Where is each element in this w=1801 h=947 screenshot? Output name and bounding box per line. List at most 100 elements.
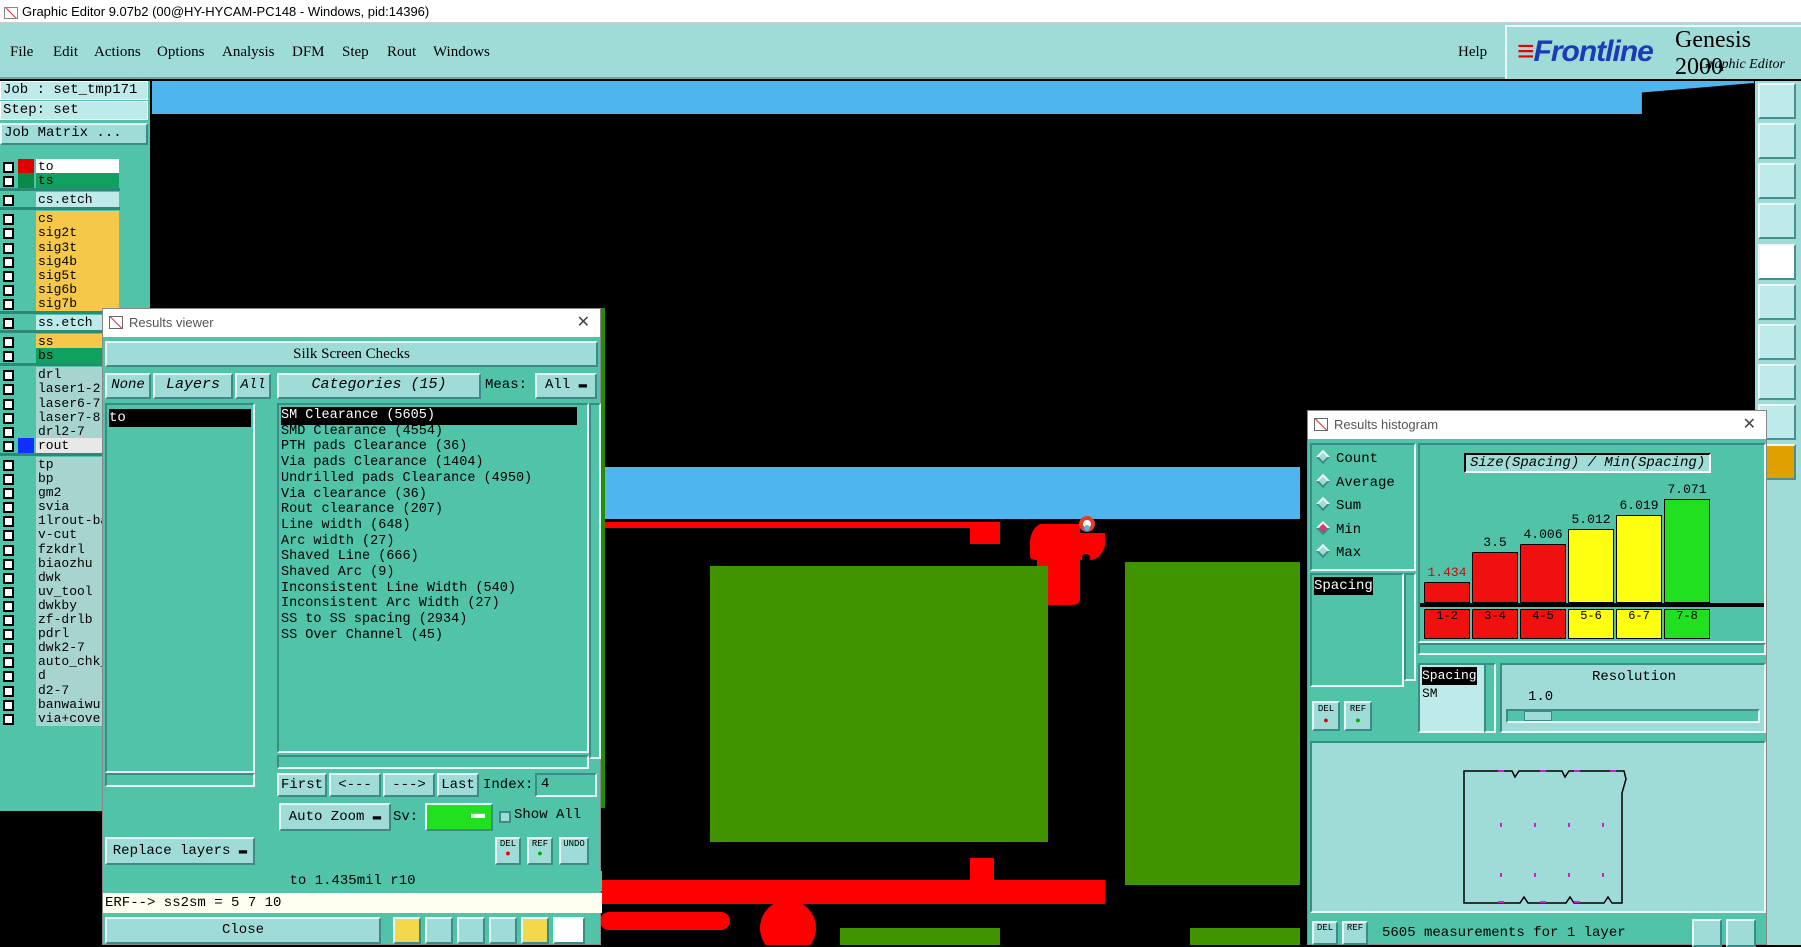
resolution-slider-thumb[interactable] [1524, 711, 1552, 721]
meas-dropdown[interactable]: All ▬ [535, 373, 597, 399]
viewer-tool-5-icon[interactable] [521, 917, 549, 944]
layer-color-swatch[interactable] [18, 682, 34, 698]
layer-color-swatch[interactable] [18, 348, 34, 364]
layer-checkbox[interactable] [3, 298, 14, 310]
layer-color-swatch[interactable] [18, 668, 34, 684]
histogram-hscroll[interactable] [1418, 643, 1766, 655]
layer-checkbox[interactable] [3, 426, 14, 438]
histogram-bar[interactable] [1472, 552, 1518, 603]
layer-color-swatch[interactable] [18, 159, 34, 174]
viewer-tool-1-icon[interactable] [393, 917, 421, 944]
mode-radio-sum[interactable]: Sum [1315, 496, 1361, 514]
close-button[interactable]: Close [105, 917, 381, 944]
layer-color-swatch[interactable] [18, 173, 34, 189]
layer-name[interactable]: sig2t [36, 225, 119, 241]
layer-checkbox[interactable] [3, 270, 14, 282]
layer-color-swatch[interactable] [18, 710, 34, 726]
layer-color-swatch[interactable] [18, 192, 34, 208]
layer-color-swatch[interactable] [18, 295, 34, 311]
layer-name[interactable]: sig4b [36, 253, 119, 269]
layer-checkbox[interactable] [3, 558, 14, 570]
mode-radio-count[interactable]: Count [1315, 449, 1378, 467]
spacing-item[interactable]: Spacing [1314, 577, 1373, 595]
pcb-canvas[interactable] [600, 460, 1310, 945]
layer-checkbox[interactable] [3, 398, 14, 410]
layer-checkbox[interactable] [3, 318, 14, 329]
layer-checkbox[interactable] [3, 440, 14, 452]
first-button[interactable]: First [277, 773, 327, 797]
layer-checkbox[interactable] [3, 643, 14, 655]
histogram-bin-label[interactable]: 6-7 [1616, 609, 1662, 639]
hist-tool-2-icon[interactable] [1726, 919, 1756, 947]
size-attr-list[interactable]: Spacing [1310, 573, 1404, 687]
layer-color-swatch[interactable] [18, 640, 34, 656]
layer-color-swatch[interactable] [18, 583, 34, 599]
layer-color-swatch[interactable] [18, 253, 34, 269]
categories-button[interactable]: Categories (15) [277, 373, 481, 399]
layers-button[interactable]: Layers [153, 373, 233, 399]
layer-color-swatch[interactable] [18, 471, 34, 486]
layer-color-swatch[interactable] [18, 395, 34, 411]
zoom-fit-icon[interactable] [1758, 163, 1796, 199]
histogram-bin-label[interactable]: 5-6 [1568, 609, 1614, 639]
layer-color-swatch[interactable] [18, 437, 34, 453]
menu-actions[interactable]: Actions [94, 44, 141, 61]
layer-checkbox[interactable] [3, 586, 14, 598]
layer-name[interactable]: ts [36, 173, 119, 189]
layer-checkbox[interactable] [3, 242, 14, 254]
layer-checkbox[interactable] [3, 384, 14, 396]
hist-ref-button[interactable]: REF ● [1344, 701, 1372, 731]
preview-ref-button[interactable]: REF [1342, 921, 1368, 945]
layer-color-swatch[interactable] [18, 513, 34, 529]
histogram-bin-label[interactable]: 7-8 [1664, 609, 1710, 639]
layer-color-swatch[interactable] [18, 456, 34, 472]
sv-color-dropdown[interactable]: ▬ [425, 803, 493, 831]
histogram-bin-label[interactable]: 3-4 [1472, 609, 1518, 639]
layer-row[interactable]: cs.etch [0, 192, 120, 208]
histogram-bar[interactable] [1520, 544, 1566, 603]
layer-checkbox[interactable] [3, 615, 14, 626]
layer-checkbox[interactable] [3, 685, 14, 697]
layer-name[interactable]: sig6b [36, 281, 119, 297]
viewer-tool-3-icon[interactable] [457, 917, 485, 944]
layer-color-swatch[interactable] [18, 626, 34, 642]
layer-name[interactable]: cs.etch [36, 192, 119, 208]
auto-zoom-dropdown[interactable]: Auto Zoom ▬ [279, 803, 391, 831]
layer-checkbox[interactable] [3, 162, 14, 173]
layer-color-swatch[interactable] [18, 485, 34, 501]
menu-analysis[interactable]: Analysis [222, 44, 275, 61]
layer-list-hscroll[interactable] [105, 773, 255, 787]
select-icon[interactable] [1758, 364, 1796, 400]
mode-radio-max[interactable]: Max [1315, 543, 1361, 561]
layer-results-item[interactable]: to [109, 409, 251, 427]
size-attr-vscroll[interactable] [1404, 573, 1416, 681]
hist-del-button[interactable]: DEL ● [1312, 701, 1340, 731]
hist-tool-1-icon[interactable] [1692, 919, 1722, 947]
layer-checkbox[interactable] [3, 474, 14, 485]
layer-color-swatch[interactable] [18, 569, 34, 585]
layer-checkbox[interactable] [3, 671, 14, 683]
del-button[interactable]: DEL ● [495, 837, 521, 865]
layer-color-swatch[interactable] [18, 612, 34, 627]
spacing-sm-item-1[interactable]: Spacing [1422, 667, 1477, 685]
layer-color-swatch[interactable] [18, 281, 34, 297]
layer-checkbox[interactable] [3, 502, 14, 514]
preview-del-button[interactable]: DEL [1312, 921, 1338, 945]
zoom-home-icon[interactable] [1758, 83, 1796, 119]
close-icon[interactable]: ✕ [577, 309, 590, 337]
layer-checkbox[interactable] [3, 256, 14, 268]
layer-name[interactable]: sig3t [36, 239, 119, 255]
layer-checkbox[interactable] [3, 228, 14, 240]
layer-color-swatch[interactable] [18, 239, 34, 255]
layer-color-swatch[interactable] [18, 211, 34, 227]
histogram-bar[interactable] [1664, 499, 1710, 603]
category-hscroll[interactable] [277, 755, 589, 769]
measure-icon[interactable] [1758, 203, 1796, 239]
show-all-checkbox[interactable] [499, 811, 511, 823]
layer-checkbox[interactable] [3, 176, 14, 188]
mode-radio-min[interactable]: Min [1315, 520, 1361, 538]
layer-color-swatch[interactable] [18, 225, 34, 241]
layer-checkbox[interactable] [3, 195, 14, 207]
layer-name[interactable]: sig5t [36, 267, 119, 283]
layer-checkbox[interactable] [3, 412, 14, 424]
